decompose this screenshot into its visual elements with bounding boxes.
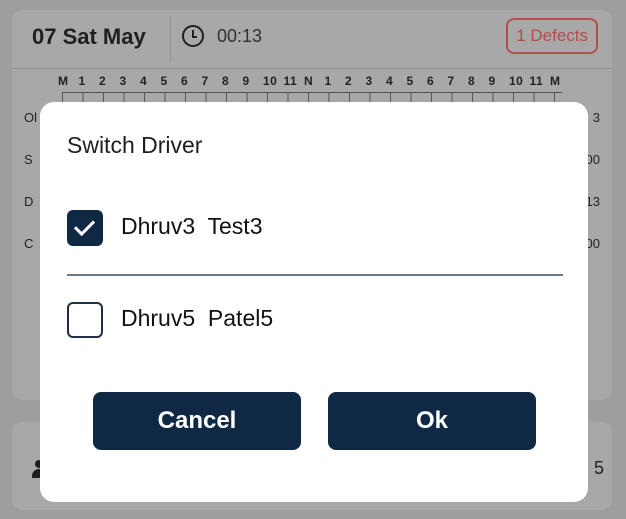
- hour-label: N: [304, 74, 314, 88]
- driver-card-value: 5: [593, 458, 604, 478]
- log-header: 07 Sat May 00:13 1 Defects: [12, 10, 612, 69]
- hour-label: 7: [201, 74, 209, 88]
- driver-option-dhruv5[interactable]: Dhruv5 Patel5: [67, 302, 567, 342]
- hour-label: 8: [468, 74, 476, 88]
- check-icon: [73, 214, 96, 237]
- checkbox-checked[interactable]: [67, 210, 103, 246]
- option-divider: [67, 274, 563, 276]
- hour-label: M: [550, 74, 561, 88]
- hour-label: 1: [78, 74, 86, 88]
- hour-label: 6: [427, 74, 435, 88]
- hour-label: 3: [119, 74, 127, 88]
- hour-label: 2: [99, 74, 107, 88]
- row-label-driving: D: [24, 194, 34, 209]
- cancel-button[interactable]: Cancel: [93, 392, 301, 450]
- hour-label: 6: [181, 74, 189, 88]
- hour-label: 10: [509, 74, 524, 88]
- time-label: 00:13: [217, 26, 263, 46]
- header-divider: [170, 16, 171, 62]
- hour-label: 7: [447, 74, 455, 88]
- hour-axis: M 1 2 3 4 5 6 7 8 9 10 11 N 1 2 3 4 5 6 7 8 9 10 11 M: [58, 74, 578, 88]
- row-label-onduty: C: [24, 236, 34, 251]
- dialog-title: Switch Driver: [67, 132, 203, 158]
- hour-label: 8: [222, 74, 230, 88]
- hour-label: 9: [242, 74, 250, 88]
- switch-driver-dialog: Switch Driver Dhruv3 Test3 Dhruv5 Patel5…: [40, 102, 588, 502]
- hour-label: M: [58, 74, 69, 88]
- hour-label: 5: [160, 74, 168, 88]
- hour-label: 4: [140, 74, 148, 88]
- hour-label: 2: [345, 74, 353, 88]
- driver-option-dhruv3[interactable]: Dhruv3 Test3: [67, 210, 567, 250]
- hour-label: 11: [529, 74, 544, 88]
- driver-option-label: Dhruv3 Test3: [121, 213, 263, 239]
- hour-label: 11: [283, 74, 298, 88]
- row-total-off: 3: [592, 110, 600, 125]
- hour-label: 3: [365, 74, 373, 88]
- ok-button[interactable]: Ok: [328, 392, 536, 450]
- checkbox-unchecked[interactable]: [67, 302, 103, 338]
- hour-label: 1: [324, 74, 332, 88]
- driver-option-label: Dhruv5 Patel5: [121, 305, 274, 331]
- hour-label: 5: [406, 74, 414, 88]
- hour-label: 9: [488, 74, 496, 88]
- row-label-sleeper: S: [24, 152, 33, 167]
- defects-button[interactable]: 1 Defects: [506, 18, 598, 54]
- hour-label: 10: [263, 74, 278, 88]
- hour-label: 4: [386, 74, 394, 88]
- row-label-off: Ol: [24, 110, 37, 125]
- clock-icon: [182, 25, 204, 47]
- date-label: 07 Sat May: [32, 24, 146, 49]
